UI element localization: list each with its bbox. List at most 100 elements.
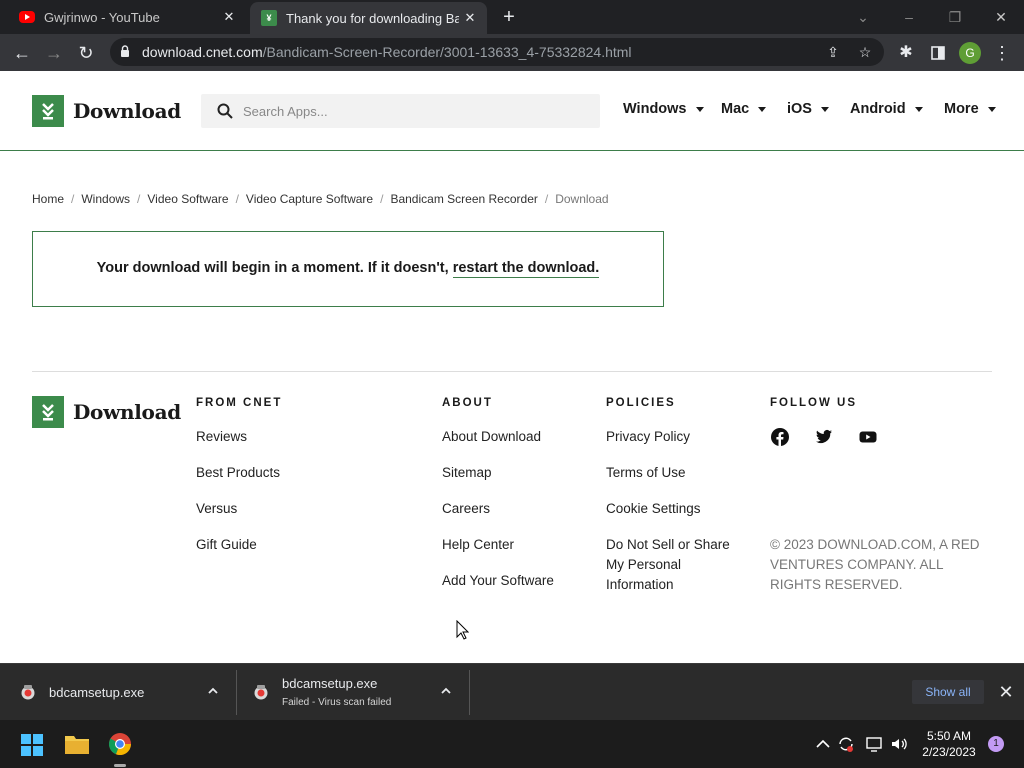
breadcrumb-windows[interactable]: Windows [81,192,130,206]
footer-link-about-download[interactable]: About Download [442,427,541,447]
show-all-button[interactable]: Show all [912,680,984,704]
close-tab-icon[interactable]: ✕ [459,7,481,29]
logo-text: Download [73,99,181,123]
download-logo-icon [32,396,64,428]
windows-start-icon[interactable] [21,734,43,756]
download-notice: Your download will begin in a moment. If… [32,231,664,307]
tab-strip: Gwjrinwo - YouTube ✕ ¥ Thank you for dow… [0,0,1024,34]
copyright-text: © 2023 DOWNLOAD.COM, A RED VENTURES COMP… [770,537,980,592]
reload-icon[interactable]: ↻ [74,41,98,65]
nav-windows[interactable]: Windows [623,101,704,117]
clock-date: 2/23/2023 [922,745,976,759]
footer-link-privacy[interactable]: Privacy Policy [606,427,690,447]
footer-divider [32,371,992,372]
sync-icon[interactable] [836,734,856,754]
tab-download[interactable]: ¥ Thank you for downloading Bandicam ✕ [250,2,487,34]
clock[interactable]: 5:50 AM 2/23/2023 [914,728,984,760]
mouse-cursor-icon [456,620,469,640]
breadcrumb-bandicam[interactable]: Bandicam Screen Recorder [390,192,537,206]
caret-down-icon [820,106,829,112]
breadcrumb-current: Download [555,192,609,206]
footer-heading-follow-us: FOLLOW US [770,397,857,409]
nav-ios[interactable]: iOS [787,101,829,117]
footer-link-sitemap[interactable]: Sitemap [442,463,492,483]
bookmark-star-icon[interactable]: ☆ [856,43,874,61]
share-icon[interactable]: ⇪ [824,43,842,61]
volume-icon[interactable] [889,734,909,754]
chevron-up-icon[interactable] [813,734,833,754]
search-input[interactable] [243,101,583,121]
windows-taskbar: 5:50 AM 2/23/2023 [0,720,1024,768]
close-tab-icon[interactable]: ✕ [218,6,240,28]
footer-link-versus[interactable]: Versus [196,499,237,519]
chevron-up-icon[interactable] [206,684,220,698]
minimize-icon[interactable]: – [898,6,920,28]
extensions-icon[interactable]: ✱ [894,41,918,65]
back-icon[interactable]: ← [10,41,34,65]
footer-heading-about: ABOUT [442,397,493,409]
file-explorer-icon[interactable] [64,733,90,755]
footer-link-cookie-settings[interactable]: Cookie Settings [606,499,701,519]
footer-link-gift-guide[interactable]: Gift Guide [196,535,257,555]
tab-title: Thank you for downloading Bandicam [286,10,459,26]
profile-avatar[interactable]: G [959,42,981,64]
menu-kebab-icon[interactable]: ⋮ [990,41,1014,65]
download-item[interactable]: bdcamsetup.exe Failed - Virus scan faile… [237,664,469,721]
nav-mac[interactable]: Mac [721,101,767,117]
footer-heading-from-cnet: FROM CNET [196,397,283,409]
site-logo[interactable]: Download [32,95,181,127]
footer-link-careers[interactable]: Careers [442,499,490,519]
download-item[interactable]: bdcamsetup.exe [0,664,236,721]
tab-youtube[interactable]: Gwjrinwo - YouTube ✕ [8,0,246,34]
forward-icon[interactable]: → [42,41,66,65]
search-box[interactable] [201,94,600,128]
restore-icon[interactable]: ❐ [944,6,966,28]
side-panel-icon[interactable] [926,41,950,65]
close-shelf-icon[interactable]: ✕ [996,682,1016,702]
url-text: download.cnet.com/Bandicam-Screen-Record… [142,44,632,60]
caret-down-icon [987,106,996,112]
nav-label: Mac [721,101,750,117]
download-status: Failed - Virus scan failed [282,697,392,708]
footer-link-add-software[interactable]: Add Your Software [442,571,554,591]
nav-label: iOS [787,101,812,117]
footer-logo[interactable]: Download [32,396,181,428]
twitter-icon[interactable] [815,428,833,446]
site-header: Download Windows Mac iOS Android More [0,71,1024,151]
nav-label: Android [850,101,906,117]
divider [469,670,470,715]
close-window-icon[interactable]: ✕ [990,6,1012,28]
chevron-up-icon[interactable] [439,684,453,698]
nav-more[interactable]: More [944,101,996,117]
new-tab-button[interactable]: + [498,6,520,28]
breadcrumb-home[interactable]: Home [32,192,64,206]
download-filename: bdcamsetup.exe [49,685,145,700]
installer-file-icon [254,685,268,700]
youtube-icon[interactable] [859,428,877,446]
footer-link-best-products[interactable]: Best Products [196,463,280,483]
download-logo-icon [32,95,64,127]
facebook-icon[interactable] [771,428,789,446]
footer-heading-policies: POLICIES [606,397,676,409]
download-shelf: bdcamsetup.exe bdcamsetup.exe Failed - V… [0,663,1024,720]
tab-title: Gwjrinwo - YouTube [44,9,160,25]
youtube-icon [19,11,35,23]
installer-file-icon [21,685,35,700]
chrome-icon[interactable] [108,732,132,756]
breadcrumb-video-capture[interactable]: Video Capture Software [246,192,373,206]
footer-link-do-not-sell[interactable]: Do Not Sell or Share My Personal Informa… [606,535,746,595]
download-filename: bdcamsetup.exe [282,676,378,691]
footer-link-reviews[interactable]: Reviews [196,427,247,447]
footer-link-terms[interactable]: Terms of Use [606,463,686,483]
restart-download-link[interactable]: restart the download. [452,260,600,278]
tab-search-icon[interactable]: ⌄ [852,6,874,28]
footer-link-help-center[interactable]: Help Center [442,535,514,555]
network-icon[interactable] [864,734,884,754]
notification-badge[interactable]: 1 [988,736,1004,752]
nav-android[interactable]: Android [850,101,923,117]
download-favicon: ¥ [261,10,277,26]
search-icon [217,103,233,119]
breadcrumb-video-software[interactable]: Video Software [147,192,228,206]
address-bar[interactable]: download.cnet.com/Bandicam-Screen-Record… [110,38,884,66]
caret-down-icon [758,106,767,112]
